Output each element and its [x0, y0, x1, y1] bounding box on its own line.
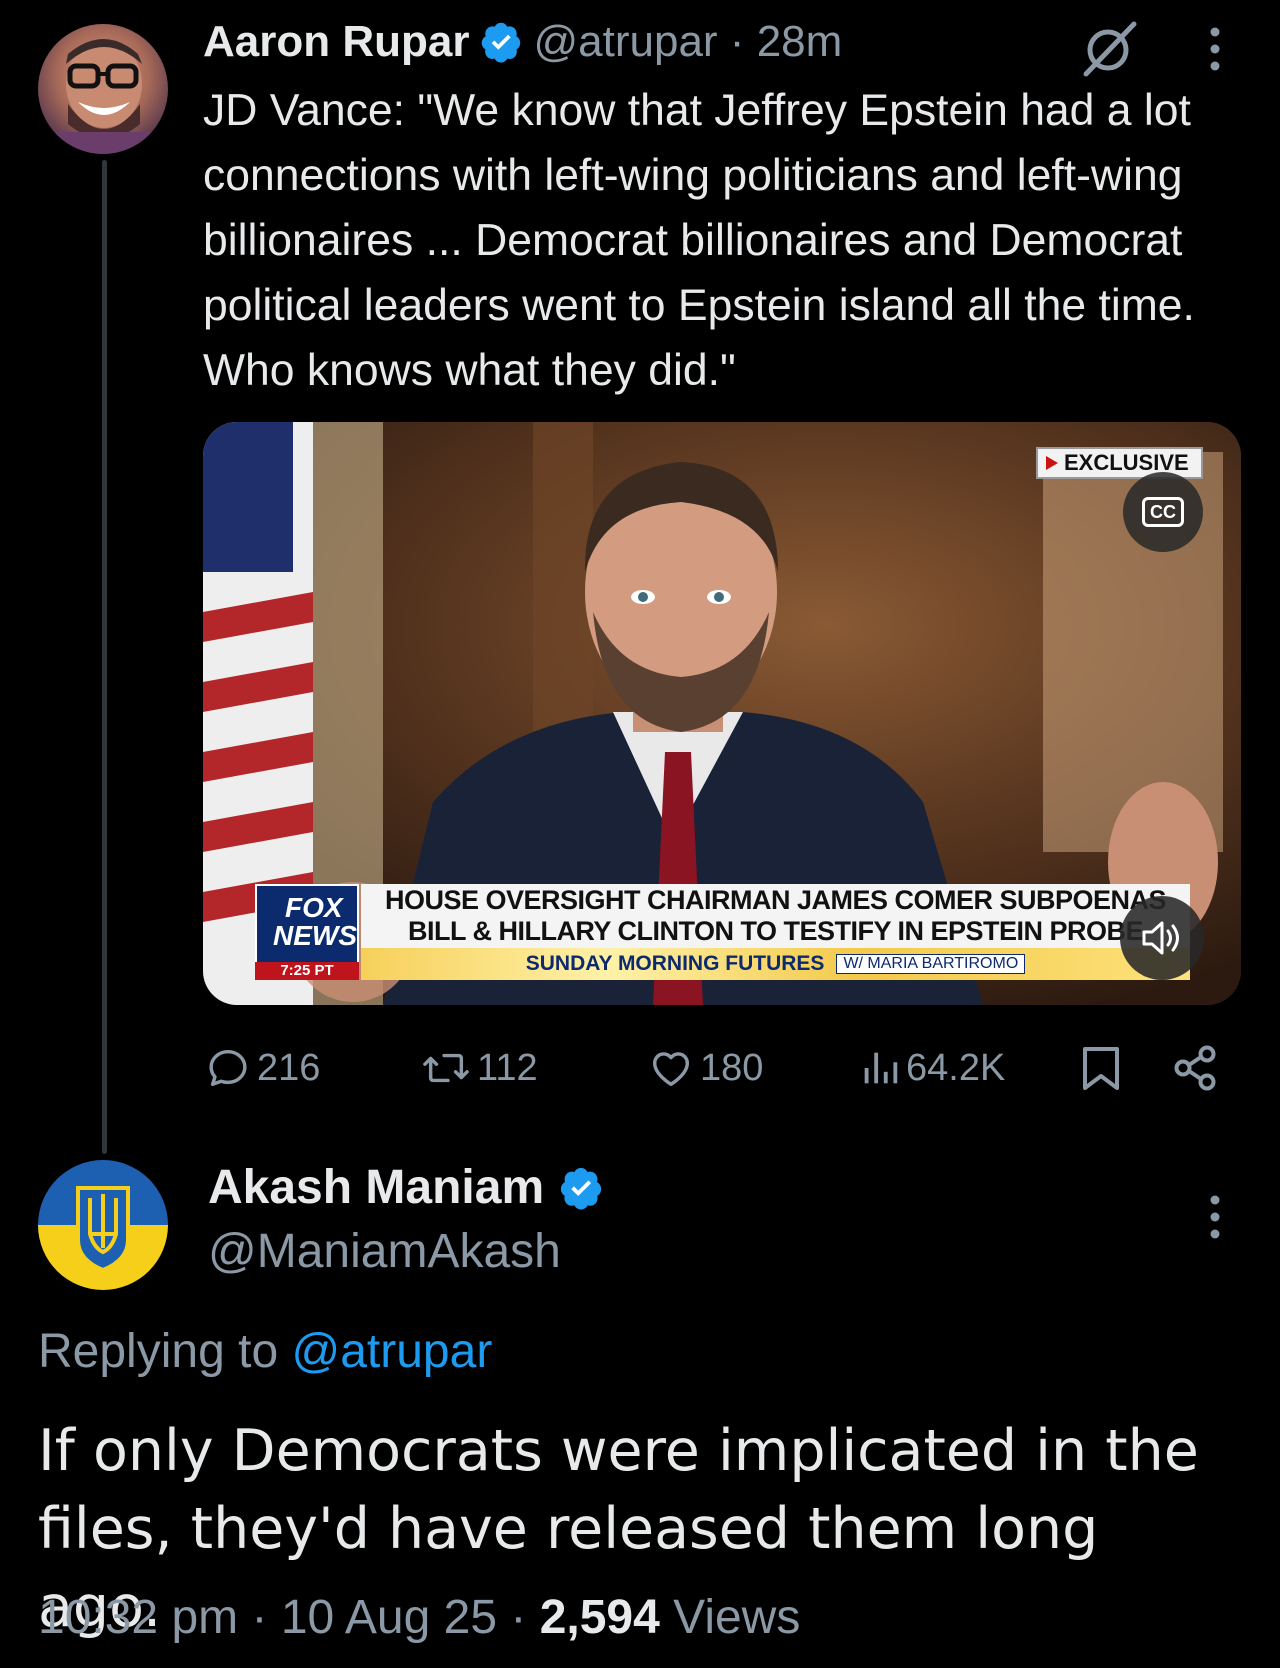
verified-badge-icon — [561, 1167, 602, 1209]
speaker-glyph — [1142, 921, 1179, 955]
tweet-header: Aaron Rupar @atrupar · 28m — [203, 12, 842, 72]
views-count: 64.2K — [906, 1046, 1006, 1089]
news-headline-banner: HOUSE OVERSIGHT CHAIRMAN JAMES COMER SUB… — [361, 884, 1190, 948]
share-icon[interactable] — [1171, 1044, 1219, 1092]
tweet-date[interactable]: 10 Aug 25 — [281, 1591, 497, 1644]
video-player[interactable]: EXCLUSIVE CC FOX NEWS 7:25 PT HOUSE OVER… — [203, 422, 1241, 1005]
avatar-image — [38, 39, 168, 154]
show-name: SUNDAY MORNING FUTURES — [525, 952, 825, 975]
repost-count: 112 — [477, 1046, 538, 1089]
tweet-text: JD Vance: "We know that Jeffrey Epstein … — [203, 86, 1195, 395]
like-count: 180 — [700, 1046, 764, 1089]
reply-icon — [209, 1049, 247, 1087]
avatar[interactable] — [38, 1160, 168, 1290]
separator-dot: · — [251, 1591, 268, 1644]
separator-dot: · — [729, 17, 745, 66]
closed-captions-icon[interactable]: CC — [1123, 472, 1203, 552]
show-title-bar: SUNDAY MORNING FUTURES W/ MARIA BARTIROM… — [361, 948, 1190, 980]
repost-icon — [423, 1053, 469, 1083]
replying-prefix: Replying to — [38, 1325, 279, 1378]
author-name[interactable]: Akash Maniam — [208, 1160, 544, 1215]
more-icon[interactable] — [1198, 1192, 1232, 1242]
logo-line-2: NEWS — [273, 920, 357, 951]
avatar[interactable] — [38, 24, 168, 154]
separator-dot: · — [510, 1591, 527, 1644]
reply-count: 216 — [257, 1046, 321, 1089]
logo-line-1: FOX — [285, 892, 343, 923]
headline-line-1: HOUSE OVERSIGHT CHAIRMAN JAMES COMER SUB… — [384, 885, 1167, 915]
thread-connector-line — [102, 160, 107, 1154]
more-icon[interactable] — [1198, 24, 1232, 74]
bookmark-icon[interactable] — [1080, 1046, 1122, 1092]
replying-to-link[interactable]: @atrupar — [291, 1325, 492, 1378]
views-button[interactable]: 64.2K — [860, 1040, 1005, 1096]
like-button[interactable]: 180 — [648, 1040, 763, 1096]
author-handle[interactable]: @atrupar — [533, 17, 717, 66]
grok-icon[interactable] — [1080, 18, 1140, 78]
views-icon — [864, 1052, 898, 1084]
replying-to-line: Replying to @atrupar — [38, 1324, 492, 1379]
author-name[interactable]: Aaron Rupar — [203, 17, 469, 67]
reply-button[interactable]: 216 — [205, 1040, 320, 1096]
verified-badge-icon — [482, 22, 521, 63]
tweet-time[interactable]: 10:32 pm — [38, 1591, 238, 1644]
repost-button[interactable]: 112 — [421, 1040, 538, 1096]
cc-label: CC — [1142, 497, 1184, 527]
views-label: Views — [673, 1591, 801, 1644]
tweet-timestamp[interactable]: 28m — [757, 17, 843, 66]
reply-author-row: Akash Maniam — [208, 1160, 604, 1215]
headline-line-2: BILL & HILLARY CLINTON TO TESTIFY IN EPS… — [407, 916, 1144, 946]
volume-icon[interactable] — [1120, 896, 1204, 980]
tweet-metadata: 10:32 pm · 10 Aug 25 · 2,594 Views — [38, 1590, 800, 1645]
host-name: W/ MARIA BARTIROMO — [836, 954, 1026, 974]
broadcast-clock: 7:25 PT — [255, 962, 359, 980]
ukraine-trident-icon — [76, 1186, 130, 1273]
views-count: 2,594 — [539, 1591, 660, 1644]
like-icon — [652, 1052, 690, 1087]
author-handle[interactable]: @ManiamAkash — [208, 1224, 561, 1279]
